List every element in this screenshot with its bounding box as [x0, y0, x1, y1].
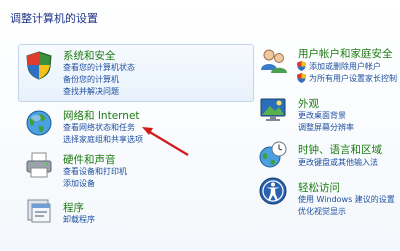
category-title[interactable]: 系统和安全 — [63, 48, 116, 63]
link-uninstall-program[interactable]: 卸载程序 — [63, 214, 95, 225]
link-backup-computer[interactable]: 备份您的计算机 — [63, 74, 119, 85]
link-add-device[interactable]: 添加设备 — [63, 178, 95, 189]
category-title[interactable]: 用户帐户和家庭安全 — [298, 46, 393, 61]
category-title[interactable]: 外观 — [298, 96, 319, 111]
link-homegroup-sharing[interactable]: 选择家庭组和共享选项 — [63, 134, 143, 145]
uac-shield-icon — [297, 61, 306, 71]
category-title[interactable]: 网络和 Internet — [63, 108, 140, 123]
programs-icon — [27, 199, 51, 223]
appearance-icon — [260, 98, 286, 121]
category-title[interactable]: 轻松访问 — [298, 180, 340, 195]
printer-icon — [26, 152, 52, 178]
link-parental-controls[interactable]: 为所有用户设置家长控制 — [309, 73, 397, 84]
category-title[interactable]: 程序 — [63, 200, 84, 215]
link-optimize-visual-display[interactable]: 优化视觉显示 — [298, 206, 346, 217]
link-devices-printers[interactable]: 查看设备和打印机 — [63, 166, 127, 177]
page-title: 调整计算机的设置 — [10, 12, 98, 25]
network-globe-icon — [26, 110, 52, 136]
ease-of-access-icon — [259, 177, 287, 205]
uac-shield-icon — [297, 73, 306, 83]
clock-globe-icon — [259, 141, 287, 168]
users-icon — [261, 49, 287, 73]
category-title[interactable]: 硬件和声音 — [63, 152, 116, 167]
link-view-computer-status[interactable]: 查看您的计算机状态 — [63, 62, 135, 73]
shield-flag-icon — [26, 51, 52, 80]
link-desktop-background[interactable]: 更改桌面背景 — [298, 110, 346, 121]
category-title[interactable]: 时钟、语言和区域 — [298, 142, 382, 157]
link-view-network-status[interactable]: 查看网络状态和任务 — [63, 122, 135, 133]
link-windows-suggested-settings[interactable]: 使用 Windows 建议的设置 — [298, 194, 395, 205]
link-troubleshoot[interactable]: 查找并解决问题 — [63, 86, 119, 97]
link-screen-resolution[interactable]: 调整屏幕分辨率 — [298, 122, 354, 133]
link-add-remove-users[interactable]: 添加或删除用户帐户 — [309, 61, 381, 72]
link-change-keyboard-input[interactable]: 更改键盘或其他输入法 — [298, 157, 378, 168]
